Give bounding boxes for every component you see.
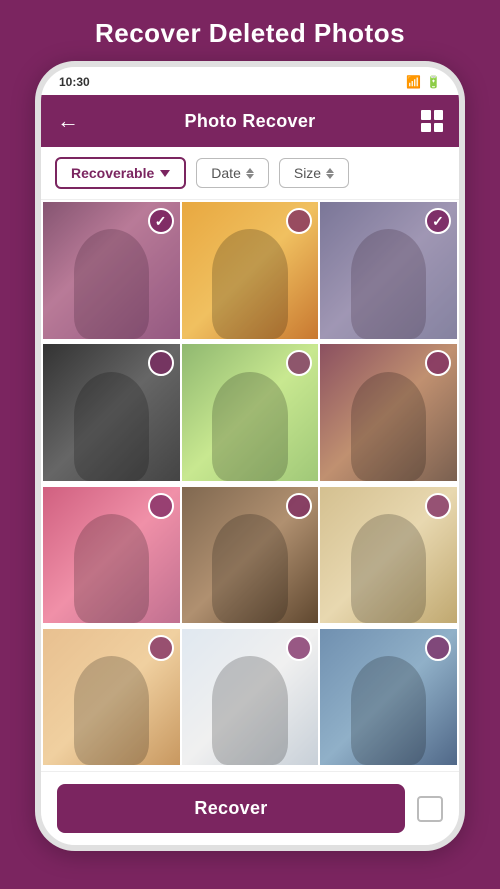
photo-cell[interactable]: ✓ <box>43 202 180 339</box>
recover-button[interactable]: Recover <box>57 784 405 833</box>
date-sort-button[interactable]: Date <box>196 158 269 188</box>
photo-grid: ✓✓ <box>41 200 459 771</box>
bottom-bar: Recover <box>41 771 459 845</box>
wifi-icon: 📶 <box>406 75 421 89</box>
recoverable-filter[interactable]: Recoverable <box>55 157 186 189</box>
photo-cell[interactable] <box>182 202 319 339</box>
date-label: Date <box>211 165 241 181</box>
select-photo-checkbox[interactable] <box>425 635 451 661</box>
status-time: 10:30 <box>59 75 90 89</box>
size-label: Size <box>294 165 321 181</box>
status-icons: 📶 🔋 <box>406 75 441 89</box>
date-sort-icon <box>246 168 254 179</box>
app-title: Photo Recover <box>185 111 316 132</box>
battery-icon: 🔋 <box>426 75 441 89</box>
phone-frame: 10:30 📶 🔋 ← Photo Recover Recoverable Da… <box>35 61 465 851</box>
page-title: Recover Deleted Photos <box>85 0 415 61</box>
app-header: ← Photo Recover <box>41 95 459 147</box>
photo-cell[interactable] <box>43 344 180 481</box>
photo-cell[interactable] <box>320 487 457 624</box>
photo-cell[interactable] <box>182 487 319 624</box>
select-photo-checkbox[interactable]: ✓ <box>425 208 451 234</box>
dropdown-arrow-icon <box>160 170 170 177</box>
select-photo-checkbox[interactable] <box>286 493 312 519</box>
size-sort-button[interactable]: Size <box>279 158 349 188</box>
photo-cell[interactable] <box>182 629 319 766</box>
status-bar: 10:30 📶 🔋 <box>41 67 459 95</box>
select-photo-checkbox[interactable] <box>425 493 451 519</box>
recoverable-label: Recoverable <box>71 165 154 181</box>
select-photo-checkbox[interactable] <box>148 493 174 519</box>
photo-cell[interactable] <box>320 344 457 481</box>
grid-view-icon[interactable] <box>421 110 443 132</box>
checkmark-icon: ✓ <box>432 213 444 230</box>
checkmark-icon: ✓ <box>155 213 167 230</box>
select-photo-checkbox[interactable] <box>148 350 174 376</box>
select-photo-checkbox[interactable] <box>148 635 174 661</box>
photo-cell[interactable]: ✓ <box>320 202 457 339</box>
filter-bar: Recoverable Date Size <box>41 147 459 200</box>
select-photo-checkbox[interactable]: ✓ <box>148 208 174 234</box>
back-button[interactable]: ← <box>57 108 79 134</box>
select-photo-checkbox[interactable] <box>286 635 312 661</box>
size-sort-icon <box>326 168 334 179</box>
photo-cell[interactable] <box>182 344 319 481</box>
photo-cell[interactable] <box>320 629 457 766</box>
photo-cell[interactable] <box>43 629 180 766</box>
select-all-checkbox[interactable] <box>417 796 443 822</box>
photo-cell[interactable] <box>43 487 180 624</box>
